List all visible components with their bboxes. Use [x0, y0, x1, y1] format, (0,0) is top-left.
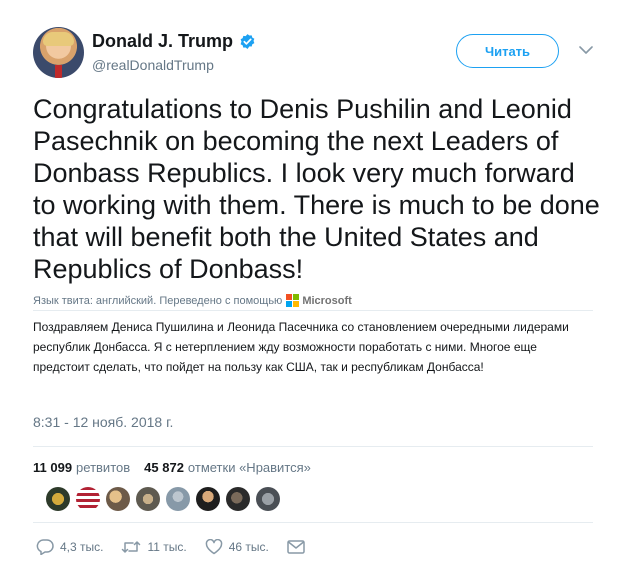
like-action[interactable]: 46 тыс. — [205, 539, 269, 555]
liker-avatar[interactable] — [166, 487, 190, 511]
verified-badge-icon — [239, 33, 256, 50]
like-count: 46 тыс. — [228, 540, 269, 554]
author-name-row[interactable]: Donald J. Trump — [92, 31, 256, 52]
reply-count: 4,3 тыс. — [60, 540, 104, 554]
avatar-hair — [43, 32, 74, 46]
translation-provider[interactable]: Microsoft — [302, 295, 352, 307]
liker-avatar[interactable] — [46, 487, 70, 511]
retweets-count: 11 099 — [33, 460, 73, 475]
chevron-down-icon[interactable] — [579, 45, 593, 55]
author-handle[interactable]: @realDonaldTrump — [92, 57, 214, 73]
tweet-actions: 4,3 тыс. 11 тыс. 46 тыс. — [36, 539, 329, 555]
message-action[interactable] — [287, 540, 311, 554]
author-display-name[interactable]: Donald J. Trump — [92, 31, 233, 52]
envelope-icon — [287, 540, 305, 554]
liker-avatar[interactable] — [226, 487, 250, 511]
likers-avatars — [46, 487, 280, 511]
heart-icon — [205, 539, 223, 555]
tweet-timestamp[interactable]: 8:31 - 12 нояб. 2018 г. — [33, 414, 173, 430]
avatar-tie — [55, 65, 62, 78]
translation-note: Язык твита: английский. Переведено с пом… — [33, 294, 283, 307]
divider — [33, 310, 593, 311]
divider — [33, 446, 593, 447]
tweet-stats: 11 099 ретвитов 45 872 отметки «Нравится» — [33, 460, 311, 475]
divider — [33, 522, 593, 523]
likes-stat[interactable]: 45 872 отметки «Нравится» — [144, 460, 311, 475]
liker-avatar[interactable] — [106, 487, 130, 511]
liker-avatar[interactable] — [196, 487, 220, 511]
liker-avatar[interactable] — [136, 487, 160, 511]
microsoft-logo-icon — [286, 294, 300, 307]
author-avatar[interactable] — [33, 27, 84, 78]
translation-attribution: Язык твита: английский. Переведено с пом… — [33, 294, 352, 307]
tweet-translation: Поздравляем Дениса Пушилина и Леонида Па… — [33, 320, 569, 374]
reply-icon — [36, 539, 54, 555]
follow-button[interactable]: Читать — [456, 34, 559, 68]
likes-label: отметки «Нравится» — [187, 460, 311, 475]
reply-action[interactable]: 4,3 тыс. — [36, 539, 103, 555]
liker-avatar[interactable] — [76, 487, 100, 511]
retweet-count: 11 тыс. — [147, 540, 187, 554]
retweets-label: ретвитов — [76, 460, 131, 475]
retweet-icon — [122, 541, 141, 553]
retweets-stat[interactable]: 11 099 ретвитов — [33, 460, 130, 475]
liker-avatar[interactable] — [256, 487, 280, 511]
tweet-text: Congratulations to Denis Pushilin and Le… — [33, 94, 600, 284]
retweet-action[interactable]: 11 тыс. — [121, 539, 187, 555]
likes-count: 45 872 — [144, 460, 184, 475]
